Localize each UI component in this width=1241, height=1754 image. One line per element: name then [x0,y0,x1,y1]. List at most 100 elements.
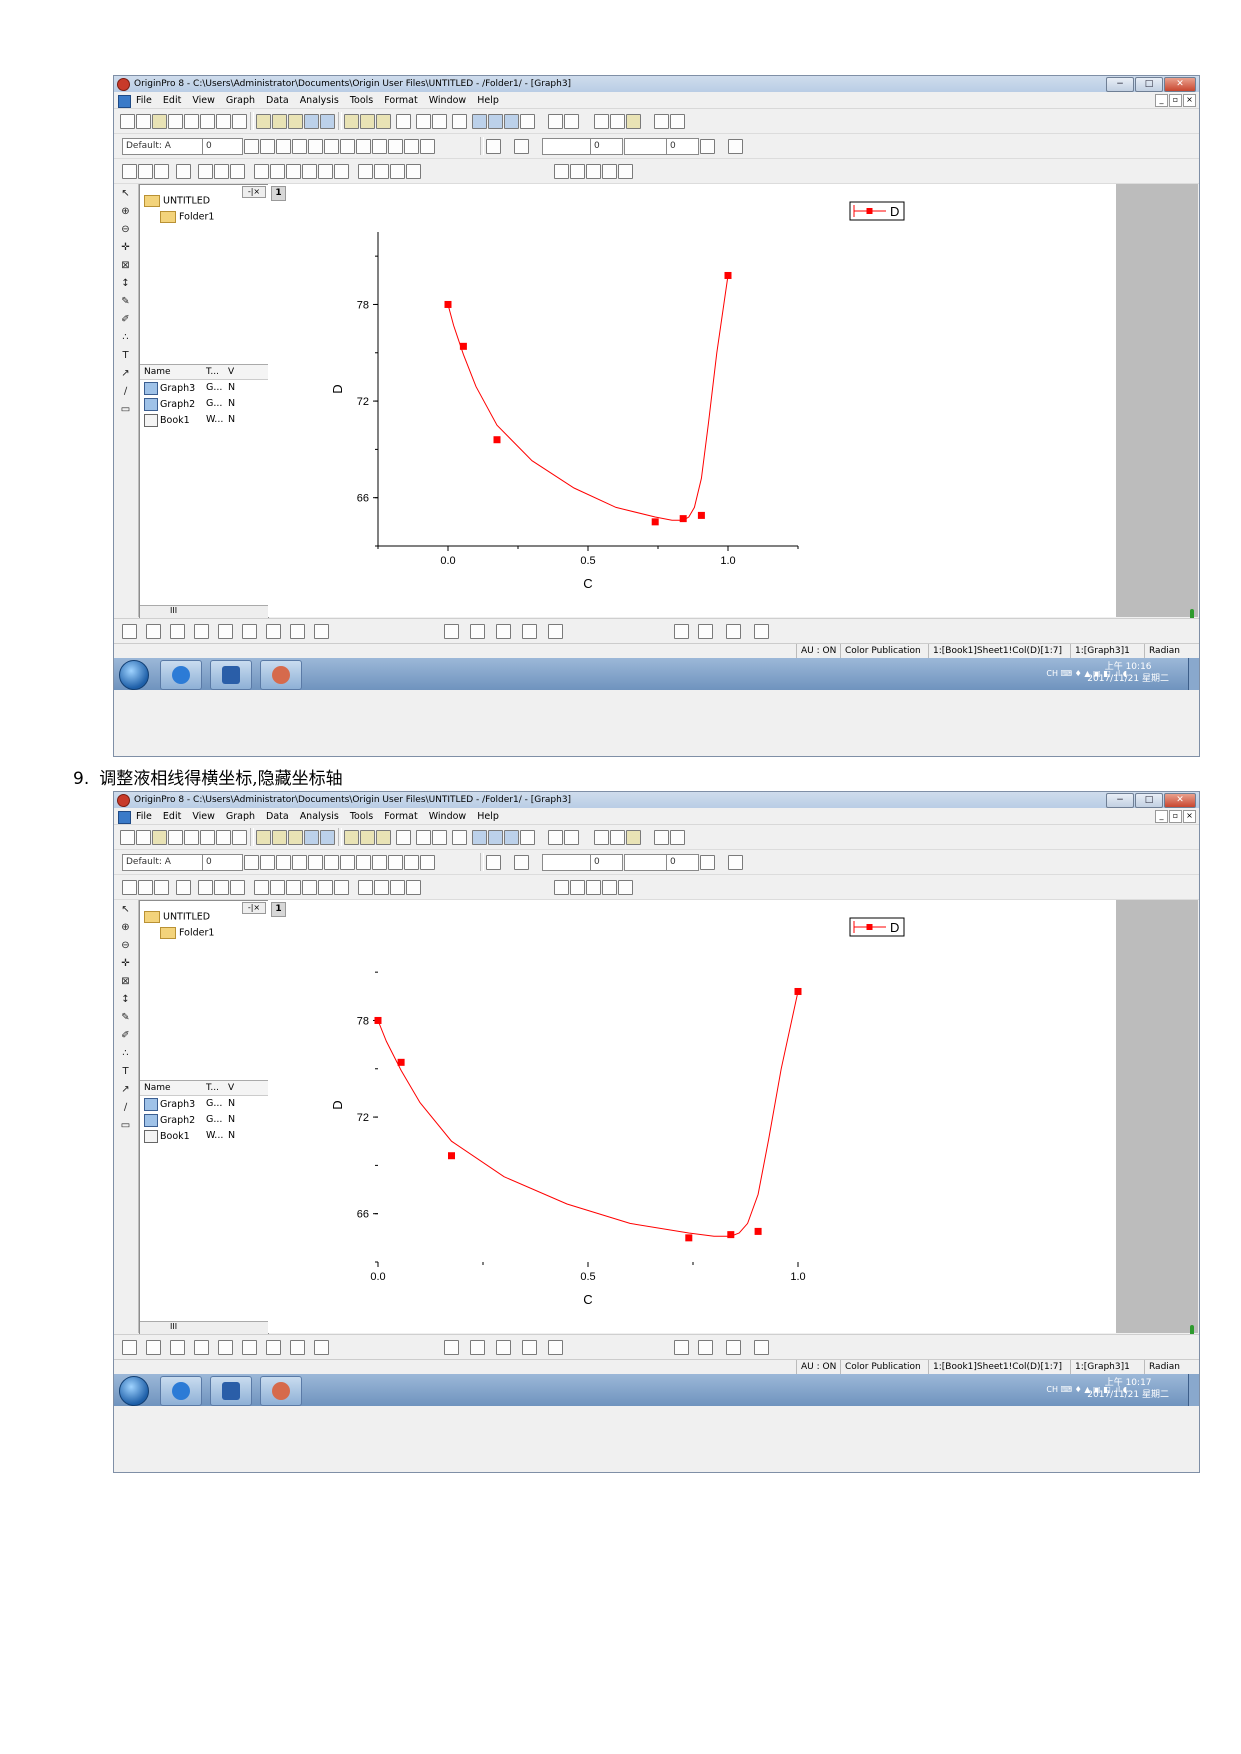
area-plot-icon[interactable] [218,1340,233,1355]
add-bottom-x-axis-icon[interactable] [254,164,269,179]
menu-analysis[interactable]: Analysis [300,93,339,108]
object-fill-icon[interactable] [554,880,569,895]
layer-align-icon[interactable] [674,624,689,639]
table-insert-icon[interactable] [406,880,421,895]
rescale-y-icon[interactable] [154,164,169,179]
add-inset-icon[interactable] [318,880,333,895]
menu-format[interactable]: Format [384,809,417,824]
mdi-minimize-button[interactable]: _ [1155,810,1168,823]
add-column-icon[interactable] [548,830,563,845]
import-wizard-icon[interactable] [376,114,391,129]
new-matrix-icon[interactable] [184,114,199,129]
layer-size-icon[interactable] [726,624,741,639]
increase-font-icon[interactable] [356,139,371,154]
bold-icon[interactable] [244,139,259,154]
import-ascii-icon[interactable] [344,830,359,845]
new-legend-icon[interactable] [358,880,373,895]
area-plot-icon[interactable] [218,624,233,639]
list-item[interactable]: Book1 W... N [144,414,235,427]
results-log-icon[interactable] [472,830,487,845]
duplicate-icon[interactable] [416,114,431,129]
border-style-select[interactable] [624,854,667,871]
layer-size-icon[interactable] [726,1340,741,1355]
extract-layers-icon[interactable] [176,880,191,895]
new-legend-icon[interactable] [358,164,373,179]
title-bar[interactable]: OriginPro 8 - C:\Users\Administrator\Doc… [114,76,1199,92]
add-bottom-x-axis-icon[interactable] [254,880,269,895]
template-library-icon[interactable] [314,624,329,639]
fill-color-icon[interactable] [486,855,501,870]
column-type[interactable]: T... [206,365,219,379]
command-window-icon[interactable] [504,114,519,129]
line-symbol-plot-icon[interactable] [170,624,185,639]
pattern-icon[interactable] [700,139,715,154]
line-tool-icon[interactable]: ∕ [119,386,132,398]
list-item[interactable]: Graph2 G... N [144,398,235,411]
rescale-x-icon[interactable] [138,164,153,179]
color-scale-icon[interactable] [374,164,389,179]
menu-analysis[interactable]: Analysis [300,809,339,824]
increase-font-icon[interactable] [356,855,371,870]
align-icon[interactable] [388,855,403,870]
project-explorer-icon[interactable] [452,830,467,845]
template-library-icon[interactable] [314,1340,329,1355]
supersubscript-icon[interactable] [324,855,339,870]
save-window-icon[interactable] [320,830,335,845]
supersubscript-icon[interactable] [324,139,339,154]
taskbar-clock[interactable]: 上午 10:16 2017/11/21 星期二 [1087,661,1169,685]
underline-icon[interactable] [276,855,291,870]
explorer-close-button[interactable]: -|× [242,902,266,914]
minimize-button[interactable]: − [1106,793,1134,808]
column-plot-icon[interactable] [194,624,209,639]
object-shape-icon[interactable] [570,880,585,895]
chart-plot-2[interactable]: 0.0 0.5 1.0 66 72 78 C D D [268,900,1116,1333]
line-style-select[interactable] [542,138,591,155]
3d-plot-icon[interactable] [444,1340,459,1355]
start-button[interactable] [119,1376,149,1406]
scatter-plot-icon[interactable] [146,624,161,639]
object-flip-icon[interactable] [618,880,633,895]
zoom-in-tool-icon[interactable]: ⊕ [119,922,132,934]
data-selector-tool-icon[interactable]: ⊠ [119,976,132,988]
list-item[interactable]: Graph3 G... N [144,1098,235,1111]
font-name-select[interactable]: Default: A [122,854,203,871]
text-tool-icon[interactable]: T [119,350,132,362]
greek-icon[interactable] [340,139,355,154]
line-style-select[interactable] [542,854,591,871]
object-flip-icon[interactable] [618,164,633,179]
subscript-icon[interactable] [308,855,323,870]
3d-surface-icon[interactable] [470,1340,485,1355]
new-excel-icon[interactable] [152,830,167,845]
rescale-y-icon[interactable] [154,880,169,895]
results-log-icon[interactable] [472,114,487,129]
color-icon[interactable] [564,114,579,129]
arrow-tool-icon[interactable]: ↗ [119,1084,132,1096]
3d-bar-icon[interactable] [496,624,511,639]
import-ascii-icon[interactable] [344,114,359,129]
menu-graph[interactable]: Graph [226,809,255,824]
contour-plot-icon[interactable] [266,1340,281,1355]
draw-data-tool-icon[interactable]: ✎ [119,296,132,308]
new-project-icon[interactable] [120,114,135,129]
minimize-button[interactable]: − [1106,77,1134,92]
rescale-icon[interactable] [122,880,137,895]
grid-icon[interactable] [728,855,743,870]
underline-icon[interactable] [276,139,291,154]
ime-indicator[interactable]: CH [1046,1385,1058,1394]
pattern-icon[interactable] [700,855,715,870]
open-icon[interactable] [256,830,271,845]
menu-edit[interactable]: Edit [163,809,181,824]
explorer-scrollbar[interactable]: III [140,605,268,618]
graph-window-icon[interactable] [118,811,131,824]
font-size-select[interactable]: 0 [202,138,243,155]
layer-management-icon[interactable] [214,164,229,179]
refresh-icon[interactable] [520,114,535,129]
graph-page[interactable]: 1 0.0 0.5 1.0 66 72 78 C D D [268,184,1116,617]
pointer-tool-icon[interactable]: ↖ [119,188,132,200]
menu-tools[interactable]: Tools [350,809,373,824]
add-box-icon[interactable] [302,880,317,895]
pie-plot-icon[interactable] [290,1340,305,1355]
explorer-scrollbar[interactable]: III [140,1321,268,1334]
add-inset-icon[interactable] [318,164,333,179]
mdi-restore-button[interactable]: ▫ [1169,810,1182,823]
